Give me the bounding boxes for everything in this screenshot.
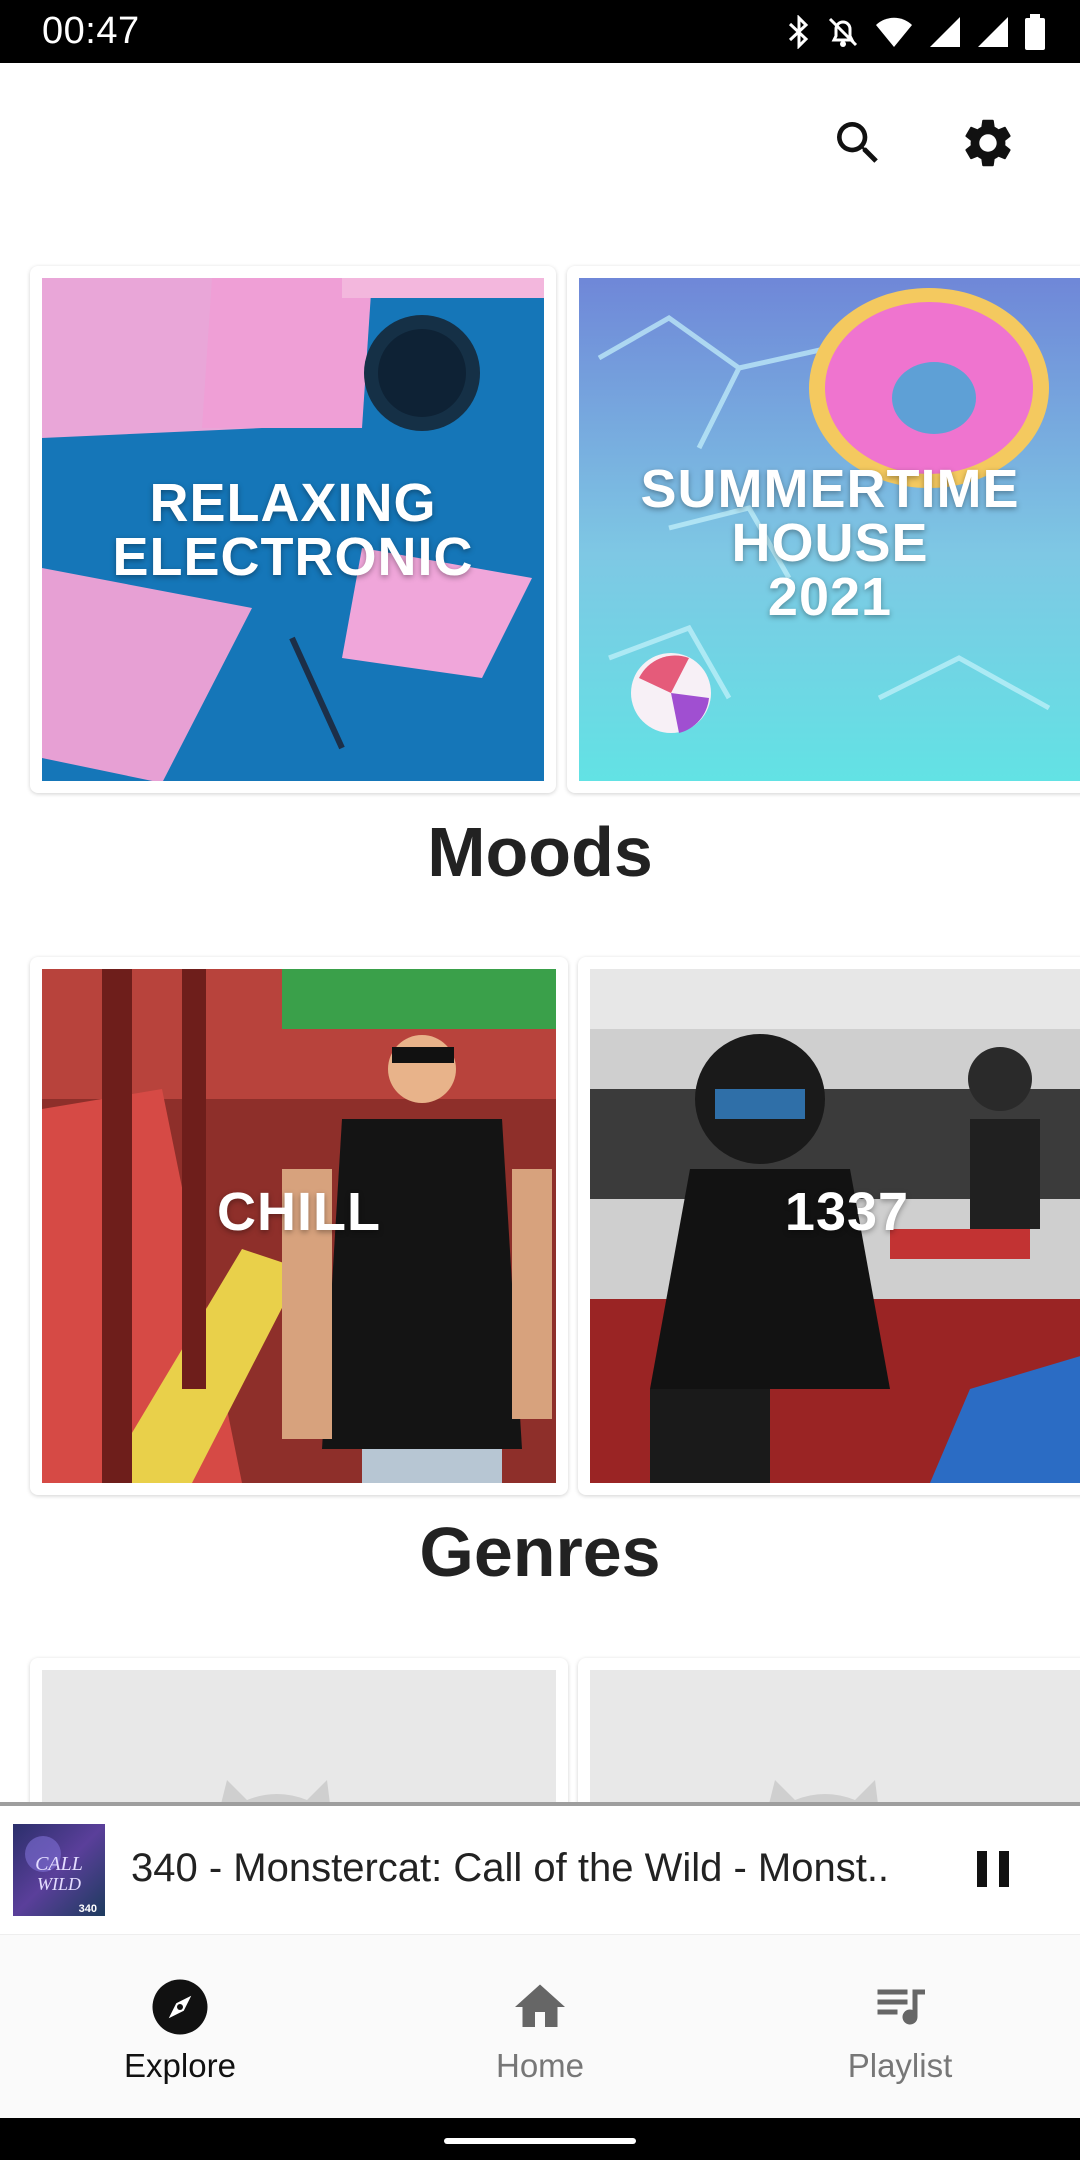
nav-item-home[interactable]: Home [360, 1935, 720, 2119]
section-title-moods: Moods [427, 813, 653, 891]
nav-label-home: Home [495, 2047, 585, 2084]
pause-button[interactable] [960, 1836, 1026, 1902]
nav-label-explore: Explore [124, 2047, 236, 2084]
signal-icon [978, 17, 1008, 47]
featured-title-line: HOUSE [731, 513, 929, 573]
search-button[interactable] [818, 103, 898, 183]
nav-item-playlist[interactable]: Playlist [720, 1935, 1080, 2119]
mood-card-1337[interactable]: 1337 [578, 957, 1080, 1495]
bottom-navigation: Explore Home Playlist [0, 1934, 1080, 2118]
featured-card-relaxing-electronic[interactable]: RELAXING ELECTRONIC [30, 266, 556, 793]
mood-card-chill[interactable]: CHILL [30, 957, 568, 1495]
top-toolbar [0, 63, 1080, 263]
wifi-icon [876, 17, 912, 47]
mini-player[interactable]: CALL WILD 340 340 - Monstercat: Call of … [0, 1806, 1080, 1934]
signal-icon [930, 17, 960, 47]
album-art-number: 340 [79, 1903, 97, 1915]
status-time: 00:47 [42, 10, 140, 52]
pause-icon [977, 1851, 1009, 1887]
mood-title: 1337 [784, 1182, 910, 1242]
nav-label-playlist: Playlist [847, 2047, 953, 2084]
compass-icon [152, 1979, 208, 2035]
featured-title-line: 2021 [767, 567, 893, 627]
featured-title-line: SUMMERTIME [640, 459, 1020, 519]
status-bar: 00:47 [0, 0, 1080, 63]
featured-title-line: RELAXING [149, 473, 437, 533]
bluetooth-icon [788, 15, 809, 49]
status-icons [786, 12, 1046, 52]
section-title-genres: Genres [419, 1513, 661, 1591]
gesture-bar [0, 2118, 1080, 2160]
battery-icon [1025, 14, 1045, 50]
settings-button[interactable] [948, 103, 1028, 183]
player-track-title[interactable]: 340 - Monstercat: Call of the Wild - Mon… [131, 1846, 931, 1891]
album-art-text: CALL [35, 1853, 83, 1875]
featured-title: RELAXING ELECTRONIC [30, 476, 556, 584]
home-icon [515, 1984, 565, 2027]
nav-item-explore[interactable]: Explore [0, 1935, 360, 2119]
home-gesture-handle[interactable] [444, 2138, 636, 2144]
search-icon [837, 122, 878, 163]
album-art-text: WILD [37, 1874, 81, 1894]
featured-title-line: ELECTRONIC [112, 527, 474, 587]
featured-card-summertime-house[interactable]: SUMMERTIME HOUSE 2021 [567, 266, 1080, 793]
player-album-art: CALL WILD 340 [13, 1824, 105, 1916]
playlist-icon [877, 1989, 925, 2025]
album-art: CALL WILD 340 [13, 1824, 105, 1916]
featured-title: SUMMERTIME HOUSE 2021 [567, 462, 1080, 624]
mood-title: CHILL [217, 1182, 381, 1242]
settings-icon [965, 119, 1011, 167]
bell-off-icon [828, 17, 858, 47]
